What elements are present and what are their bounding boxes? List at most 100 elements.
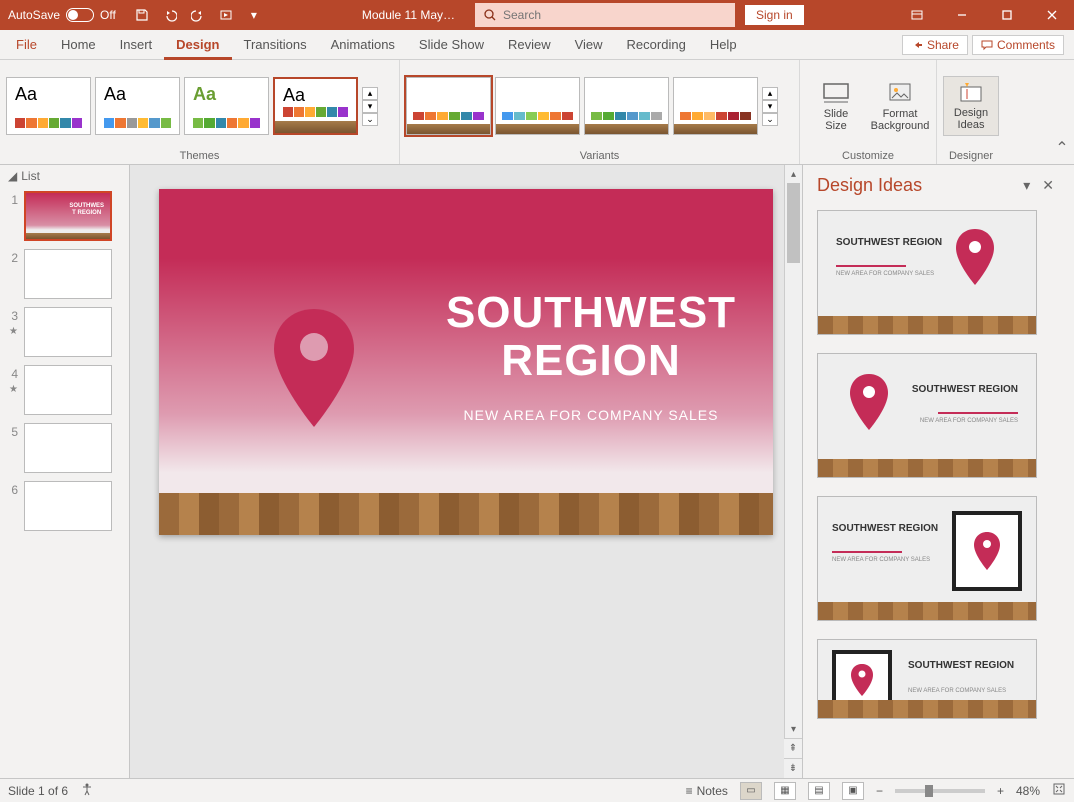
slide-thumb-5[interactable] bbox=[24, 423, 112, 473]
vertical-scrollbar[interactable]: ▴ ▾ bbox=[784, 165, 802, 738]
slideshow-view-icon[interactable]: ▣ bbox=[842, 782, 864, 800]
search-input[interactable] bbox=[503, 8, 727, 22]
slide-floor bbox=[159, 493, 773, 535]
slide-size-button[interactable]: Slide Size bbox=[806, 76, 866, 136]
gallery-more-icon[interactable]: ⌄ bbox=[362, 113, 378, 126]
location-pin-icon bbox=[850, 664, 874, 696]
zoom-knob[interactable] bbox=[925, 785, 933, 797]
undo-icon[interactable] bbox=[158, 3, 182, 27]
zoom-out-icon[interactable]: − bbox=[876, 784, 883, 798]
variant-thumb-3[interactable] bbox=[584, 77, 669, 135]
slide-list-header[interactable]: ◢ List bbox=[0, 165, 129, 187]
slide-thumb-3[interactable] bbox=[24, 307, 112, 357]
gallery-down-icon[interactable]: ▾ bbox=[762, 100, 778, 113]
slide-size-icon bbox=[822, 80, 850, 104]
design-ideas-button[interactable]: Design Ideas bbox=[943, 76, 999, 136]
close-icon[interactable] bbox=[1029, 0, 1074, 30]
search-box[interactable] bbox=[475, 3, 735, 27]
zoom-percent[interactable]: 48% bbox=[1016, 784, 1040, 798]
quick-access-toolbar: ▾ bbox=[124, 3, 272, 27]
location-pin-icon bbox=[954, 229, 996, 285]
variant-thumb-2[interactable] bbox=[495, 77, 580, 135]
tab-transitions[interactable]: Transitions bbox=[232, 30, 319, 60]
slide-counter[interactable]: Slide 1 of 6 bbox=[8, 784, 68, 798]
slide-thumb-6[interactable] bbox=[24, 481, 112, 531]
theme-thumb-3[interactable]: Aa bbox=[184, 77, 269, 135]
location-pin-icon bbox=[973, 532, 1001, 570]
designer-group-label: Designer bbox=[943, 148, 999, 164]
design-idea-1[interactable]: SOUTHWEST REGION NEW AREA FOR COMPANY SA… bbox=[817, 210, 1037, 335]
save-icon[interactable] bbox=[130, 3, 154, 27]
autosave-toggle[interactable]: AutoSave Off bbox=[0, 8, 124, 22]
accessibility-icon[interactable] bbox=[80, 782, 94, 799]
slide-thumb-1[interactable]: SOUTHWEST REGION bbox=[24, 191, 112, 241]
redo-icon[interactable] bbox=[186, 3, 210, 27]
from-beginning-icon[interactable] bbox=[214, 3, 238, 27]
qat-more-icon[interactable]: ▾ bbox=[242, 3, 266, 27]
gallery-more-icon[interactable]: ⌄ bbox=[762, 113, 778, 126]
tab-slideshow[interactable]: Slide Show bbox=[407, 30, 496, 60]
share-button[interactable]: Share bbox=[902, 35, 968, 55]
slide-thumb-4[interactable] bbox=[24, 365, 112, 415]
sorter-view-icon[interactable]: ▦ bbox=[774, 782, 796, 800]
slide-subtitle: NEW AREA FOR COMPANY SALES bbox=[439, 407, 743, 423]
ribbon-display-icon[interactable] bbox=[894, 0, 939, 30]
signin-button[interactable]: Sign in bbox=[745, 5, 804, 25]
slide-panel: ◢ List 1SOUTHWEST REGION 2 3★ 4★ 5 6 bbox=[0, 165, 130, 778]
tab-review[interactable]: Review bbox=[496, 30, 563, 60]
theme-thumb-2[interactable]: Aa bbox=[95, 77, 180, 135]
toggle-off-icon bbox=[66, 8, 94, 22]
next-slide-icon[interactable]: ⇟ bbox=[784, 758, 802, 778]
notes-button[interactable]: ≡ Notes bbox=[686, 784, 728, 798]
slide-thumb-2[interactable] bbox=[24, 249, 112, 299]
reading-view-icon[interactable]: ▤ bbox=[808, 782, 830, 800]
variant-thumb-1[interactable] bbox=[406, 77, 491, 135]
minimize-icon[interactable] bbox=[939, 0, 984, 30]
design-ideas-pane: Design Ideas ▾ ✕ SOUTHWEST REGION NEW AR… bbox=[802, 165, 1074, 778]
tab-view[interactable]: View bbox=[563, 30, 615, 60]
comments-button[interactable]: Comments bbox=[972, 35, 1064, 55]
normal-view-icon[interactable]: ▭ bbox=[740, 782, 762, 800]
tab-help[interactable]: Help bbox=[698, 30, 749, 60]
maximize-icon[interactable] bbox=[984, 0, 1029, 30]
tab-recording[interactable]: Recording bbox=[615, 30, 698, 60]
scrollbar-thumb[interactable] bbox=[787, 183, 800, 263]
fit-to-window-icon[interactable] bbox=[1052, 782, 1066, 799]
scroll-down-icon[interactable]: ▾ bbox=[785, 720, 802, 738]
ribbon-tabs: File Home Insert Design Transitions Anim… bbox=[0, 30, 1074, 60]
collapse-ribbon-icon[interactable]: ⌃ bbox=[1050, 60, 1074, 164]
gallery-up-icon[interactable]: ▴ bbox=[362, 87, 378, 100]
gallery-down-icon[interactable]: ▾ bbox=[362, 100, 378, 113]
tab-design[interactable]: Design bbox=[164, 30, 231, 60]
zoom-slider[interactable] bbox=[895, 789, 985, 793]
pane-options-icon[interactable]: ▾ bbox=[1017, 177, 1036, 194]
zoom-in-icon[interactable]: + bbox=[997, 784, 1004, 798]
location-pin-icon bbox=[269, 309, 359, 429]
theme-thumb-1[interactable]: Aa bbox=[6, 77, 91, 135]
document-title: Module 11 May… bbox=[272, 8, 475, 22]
tab-file[interactable]: File bbox=[4, 30, 49, 60]
status-bar: Slide 1 of 6 ≡ Notes ▭ ▦ ▤ ▣ − + 48% bbox=[0, 778, 1074, 802]
design-idea-3[interactable]: SOUTHWEST REGION NEW AREA FOR COMPANY SA… bbox=[817, 496, 1037, 621]
themes-gallery-control: ▴ ▾ ⌄ bbox=[362, 87, 378, 126]
prev-slide-icon[interactable]: ⇞ bbox=[784, 738, 802, 758]
gallery-up-icon[interactable]: ▴ bbox=[762, 87, 778, 100]
design-ideas-list: SOUTHWEST REGION NEW AREA FOR COMPANY SA… bbox=[803, 206, 1074, 778]
variant-thumb-4[interactable] bbox=[673, 77, 758, 135]
scroll-up-icon[interactable]: ▴ bbox=[785, 165, 802, 183]
design-idea-2[interactable]: SOUTHWEST REGION NEW AREA FOR COMPANY SA… bbox=[817, 353, 1037, 478]
format-background-button[interactable]: Format Background bbox=[870, 76, 930, 136]
customize-group-label: Customize bbox=[806, 148, 930, 164]
design-ideas-icon bbox=[957, 81, 985, 105]
slide-canvas-area: SOUTHWEST REGION NEW AREA FOR COMPANY SA… bbox=[130, 165, 802, 778]
pane-close-icon[interactable]: ✕ bbox=[1036, 177, 1060, 194]
design-idea-4[interactable]: SOUTHWEST REGION NEW AREA FOR COMPANY SA… bbox=[817, 639, 1037, 719]
animation-star-icon: ★ bbox=[9, 326, 18, 337]
tab-animations[interactable]: Animations bbox=[319, 30, 407, 60]
tab-insert[interactable]: Insert bbox=[108, 30, 165, 60]
theme-thumb-4[interactable]: Aa bbox=[273, 77, 358, 135]
format-background-icon bbox=[886, 80, 914, 104]
variants-group-label: Variants bbox=[406, 148, 793, 164]
tab-home[interactable]: Home bbox=[49, 30, 108, 60]
slide-canvas[interactable]: SOUTHWEST REGION NEW AREA FOR COMPANY SA… bbox=[159, 189, 773, 535]
